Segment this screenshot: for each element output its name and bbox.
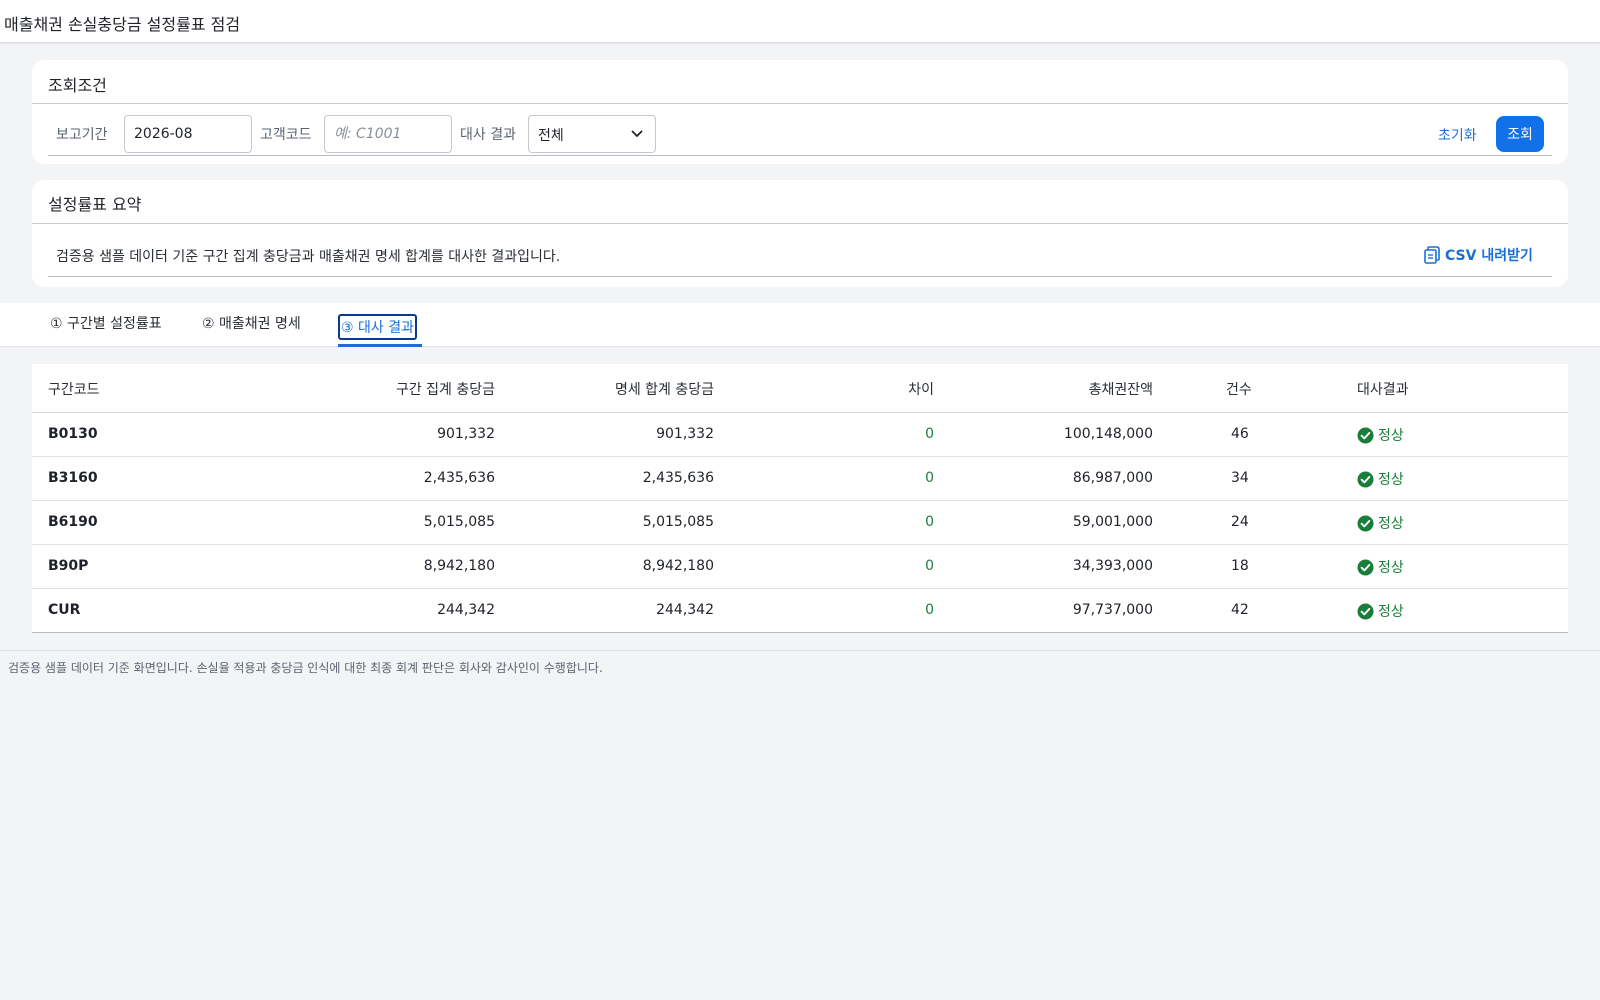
check-circle-icon (1357, 471, 1374, 487)
total-balance-cell: 34,393,000 (1072, 558, 1153, 574)
detail-allowance-cell: 244,342 (656, 602, 714, 618)
table-row: B6190 5,015,085 5,015,085 0 59,001,000 2… (32, 501, 1568, 545)
bucket-code-cell: B3160 (48, 470, 98, 486)
column-header-bucket-code: 구간코드 (48, 382, 100, 398)
app-header: 매출채권 손실충당금 설정률표 점검 (0, 0, 1600, 43)
table-row: B3160 2,435,636 2,435,636 0 86,987,000 3… (32, 457, 1568, 501)
difference-cell: 0 (925, 426, 934, 442)
active-tab-indicator (338, 344, 422, 347)
check-circle-icon (1357, 515, 1374, 531)
bucket-code-cell: B0130 (48, 426, 98, 442)
bucket-allowance-cell: 8,942,180 (423, 558, 495, 574)
bucket-allowance-cell: 2,435,636 (423, 470, 495, 486)
summary-panel-title: 설정률표 요약 (48, 195, 142, 214)
summary-description: 검증용 샘플 데이터 기준 구간 집계 충당금과 매출채권 명세 합계를 대사한… (56, 249, 561, 265)
csv-download-label: CSV 내려받기 (1445, 248, 1533, 264)
bucket-allowance-cell: 244,342 (437, 602, 495, 618)
detail-allowance-cell: 2,435,636 (642, 470, 714, 486)
status-badge: 정상 (1357, 557, 1404, 577)
total-balance-cell: 86,987,000 (1072, 470, 1153, 486)
tab-recon-result[interactable]: ③ 대사 결과 (338, 314, 417, 340)
csv-download-button[interactable]: CSV 내려받기 (1424, 244, 1533, 266)
summary-panel-divider (32, 223, 1568, 224)
reset-button[interactable]: 초기화 (1438, 125, 1477, 145)
column-header-bucket-allowance: 구간 집계 충당금 (395, 382, 495, 398)
total-balance-cell: 97,737,000 (1072, 602, 1153, 618)
status-label: 정상 (1378, 560, 1404, 576)
search-button[interactable]: 조회 (1496, 116, 1544, 152)
count-cell: 24 (1231, 514, 1249, 530)
recon-result-label: 대사 결과 (460, 127, 516, 143)
check-circle-icon (1357, 559, 1374, 575)
table-row: B0130 901,332 901,332 0 100,148,000 46 정… (32, 413, 1568, 457)
difference-cell: 0 (925, 514, 934, 530)
page-title: 매출채권 손실충당금 설정률표 점검 (4, 15, 241, 34)
filter-panel-divider (32, 103, 1568, 104)
bucket-allowance-cell: 5,015,085 (423, 514, 495, 530)
count-cell: 46 (1231, 426, 1249, 442)
bucket-code-cell: B6190 (48, 514, 98, 530)
detail-allowance-cell: 8,942,180 (642, 558, 714, 574)
status-badge: 정상 (1357, 425, 1404, 445)
count-cell: 18 (1231, 558, 1249, 574)
filter-panel-title: 조회조건 (48, 76, 107, 95)
status-badge: 정상 (1357, 601, 1404, 621)
chevron-down-icon (631, 130, 643, 138)
difference-cell: 0 (925, 602, 934, 618)
status-badge: 정상 (1357, 513, 1404, 533)
tab-receivable-detail[interactable]: ② 매출채권 명세 (202, 313, 301, 333)
search-button-label: 조회 (1507, 127, 1533, 143)
tab-bar: ① 구간별 설정률표 ② 매출채권 명세 ③ 대사 결과 (0, 303, 1600, 347)
column-header-total-balance: 총채권잔액 (1088, 382, 1153, 398)
customer-code-label: 고객코드 (260, 127, 312, 143)
count-cell: 42 (1231, 602, 1249, 618)
detail-allowance-cell: 5,015,085 (642, 514, 714, 530)
summary-panel: 설정률표 요약 검증용 샘플 데이터 기준 구간 집계 충당금과 매출채권 명세… (32, 180, 1568, 287)
summary-row-divider (48, 276, 1552, 277)
table-row: CUR 244,342 244,342 0 97,737,000 42 정상 (32, 589, 1568, 633)
check-circle-icon (1357, 603, 1374, 619)
period-label: 보고기간 (56, 127, 108, 143)
table-header-row: 구간코드 구간 집계 충당금 명세 합계 충당금 차이 총채권잔액 건수 대사결… (32, 364, 1568, 413)
column-header-detail-allowance: 명세 합계 충당금 (614, 382, 714, 398)
column-header-count: 건수 (1226, 382, 1252, 398)
bucket-allowance-cell: 901,332 (437, 426, 495, 442)
total-balance-cell: 59,001,000 (1072, 514, 1153, 530)
bucket-code-cell: CUR (48, 602, 81, 618)
status-label: 정상 (1378, 516, 1404, 532)
recon-table: 구간코드 구간 집계 충당금 명세 합계 충당금 차이 총채권잔액 건수 대사결… (32, 364, 1568, 633)
file-download-icon (1424, 246, 1440, 264)
column-header-difference: 차이 (908, 382, 934, 398)
tab-bucket-rate-table[interactable]: ① 구간별 설정률표 (50, 313, 162, 333)
status-badge: 정상 (1357, 469, 1404, 489)
check-circle-icon (1357, 427, 1374, 443)
status-label: 정상 (1378, 472, 1404, 488)
customer-code-input[interactable] (324, 115, 452, 153)
period-input[interactable] (124, 115, 252, 153)
table-row: B90P 8,942,180 8,942,180 0 34,393,000 18… (32, 545, 1568, 589)
recon-result-select[interactable]: 전체 (528, 115, 656, 153)
column-header-recon-result: 대사결과 (1357, 382, 1409, 398)
count-cell: 34 (1231, 470, 1249, 486)
filter-row-divider (48, 155, 1552, 156)
recon-result-value: 전체 (538, 128, 564, 144)
total-balance-cell: 100,148,000 (1063, 426, 1153, 442)
bucket-code-cell: B90P (48, 558, 89, 574)
filter-panel: 조회조건 (32, 60, 1568, 164)
difference-cell: 0 (925, 558, 934, 574)
status-label: 정상 (1378, 604, 1404, 620)
footer-disclaimer: 검증용 샘플 데이터 기준 화면입니다. 손실율 적용과 충당금 인식에 대한 … (8, 661, 603, 675)
difference-cell: 0 (925, 470, 934, 486)
footer-divider (0, 650, 1600, 651)
detail-allowance-cell: 901,332 (656, 426, 714, 442)
status-label: 정상 (1378, 428, 1404, 444)
